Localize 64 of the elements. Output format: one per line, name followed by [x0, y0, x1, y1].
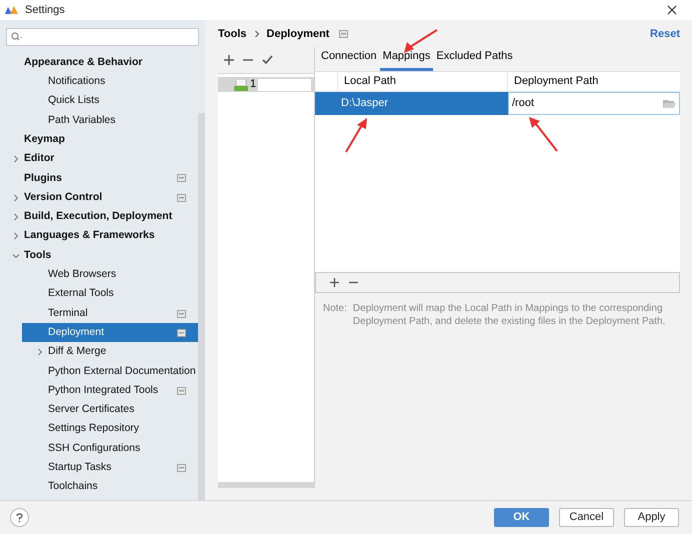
sidebar-item[interactable]: Server Certificates: [22, 400, 198, 420]
tab[interactable]: Connection: [318, 48, 380, 71]
sidebar-item[interactable]: Plugins: [10, 168, 198, 188]
breadcrumb-item[interactable]: Tools: [218, 26, 247, 42]
chevron-right-icon[interactable]: [12, 213, 20, 222]
note-label: Note:: [323, 302, 347, 316]
check-icon[interactable]: [262, 55, 273, 65]
sftp-server-icon: [234, 78, 248, 90]
table-cell-text: D:\Jasper: [340, 96, 390, 112]
sidebar-item[interactable]: Toolchains: [22, 478, 198, 497]
sidebar-item[interactable]: Python External Documentation: [22, 362, 198, 382]
sidebar-item[interactable]: Python Integrated Tools: [22, 381, 198, 400]
folder-icon[interactable]: [663, 98, 676, 108]
reset-link[interactable]: Reset: [650, 26, 680, 42]
search-field[interactable]: [6, 28, 199, 46]
sidebar-item[interactable]: Diff & Merge: [22, 342, 198, 362]
server-item[interactable]: 1: [218, 77, 314, 92]
sidebar-item[interactable]: Appearance & Behavior: [10, 53, 198, 72]
sidebar-item[interactable]: Startup Tasks: [22, 458, 198, 478]
sidebar-item[interactable]: Version Control: [10, 188, 198, 208]
scrollbar[interactable]: [218, 482, 314, 488]
scrollbar[interactable]: [198, 113, 205, 500]
project-scope-icon: [339, 30, 348, 38]
sidebar-item[interactable]: Notifications: [22, 72, 198, 92]
chevron-right-icon: [252, 30, 261, 38]
sidebar-item[interactable]: Keymap: [10, 130, 198, 150]
annotation-arrow: [528, 116, 558, 152]
sidebar-item[interactable]: Terminal: [22, 304, 198, 324]
tab[interactable]: Excluded Paths: [433, 48, 516, 71]
sidebar-item[interactable]: Settings Repository: [22, 420, 198, 439]
chevron-right-icon[interactable]: [36, 348, 44, 356]
path-value: /root: [512, 96, 534, 112]
sidebar-item[interactable]: Deployment: [22, 323, 198, 342]
window-title: Settings: [25, 2, 65, 18]
help-icon: [16, 512, 23, 522]
sidebar-item[interactable]: External Tools: [22, 284, 198, 304]
close-icon[interactable]: [667, 5, 677, 15]
annotation-arrow: [345, 117, 369, 153]
sidebar-item[interactable]: Path Variables: [22, 110, 198, 130]
chevron-right-icon[interactable]: [12, 155, 20, 164]
column-header[interactable]: Deployment Path: [508, 72, 680, 91]
sidebar-item[interactable]: Web Browsers: [22, 265, 198, 285]
sidebar-item[interactable]: Editor: [10, 149, 198, 169]
sidebar-item[interactable]: SSH Configurations: [22, 438, 198, 458]
add-icon[interactable]: [224, 55, 234, 65]
help-button[interactable]: [10, 508, 29, 527]
note-text: Deployment will map the Local Path in Mappings to the corresponding Deployment Path, and delete the existing files in the Deployment Path.: [352, 302, 666, 328]
add-icon[interactable]: [330, 278, 339, 287]
chevron-right-icon[interactable]: [12, 194, 20, 202]
column-header[interactable]: Local Path: [338, 72, 508, 91]
apply-button[interactable]: Apply: [624, 508, 679, 527]
sidebar-item[interactable]: Quick Lists: [22, 92, 198, 111]
table-row[interactable]: D:\Jasper /root: [315, 92, 680, 115]
ok-button[interactable]: OK: [494, 508, 549, 527]
app-logo-icon: [5, 5, 19, 15]
path-field[interactable]: /root: [508, 92, 680, 115]
sidebar-item[interactable]: Build, Execution, Deployment: [10, 207, 198, 227]
breadcrumb-item[interactable]: Deployment: [266, 26, 330, 42]
chevron-right-icon[interactable]: [12, 232, 20, 240]
cancel-button[interactable]: Cancel: [559, 508, 614, 527]
sidebar-item[interactable]: Languages & Frameworks: [10, 226, 198, 246]
chevron-down-icon[interactable]: [12, 252, 20, 260]
server-name: 1: [250, 77, 256, 92]
sidebar-item[interactable]: Tools: [10, 246, 198, 266]
